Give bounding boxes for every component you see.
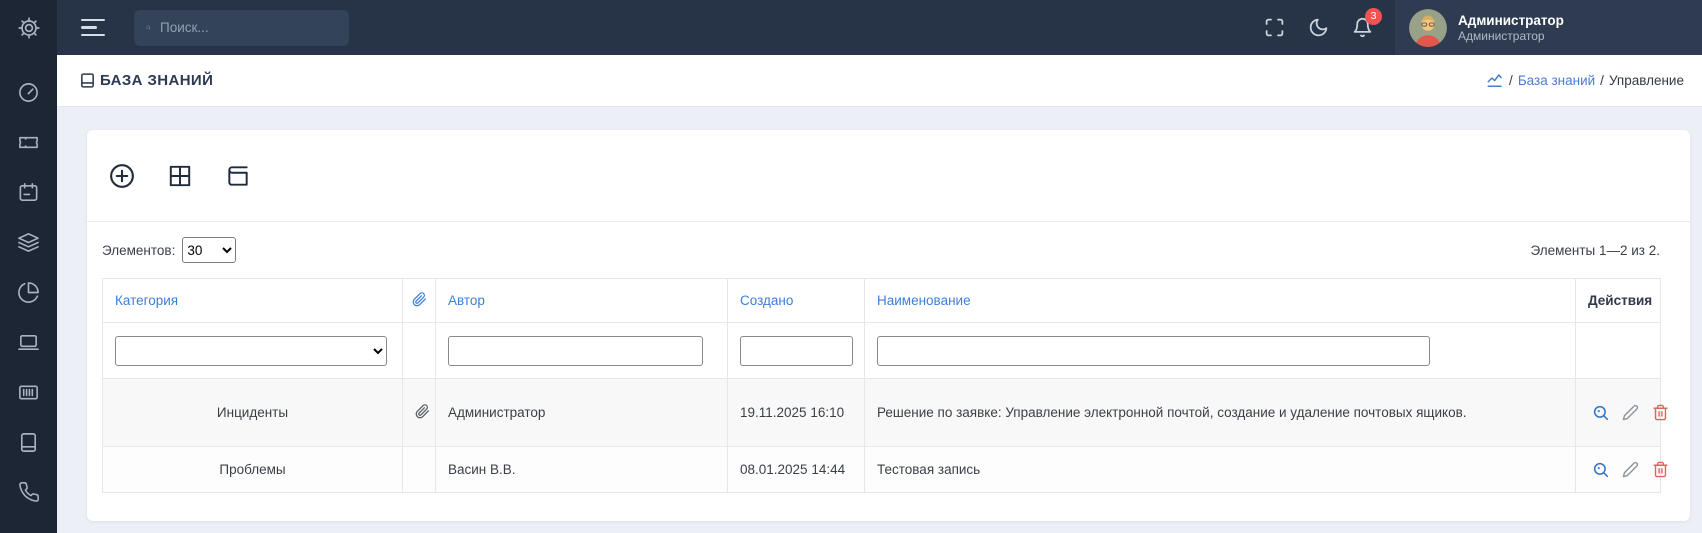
- home-chart-icon[interactable]: [1486, 72, 1504, 90]
- sidebar-item-knowledge-base[interactable]: [0, 417, 57, 467]
- dark-mode-button[interactable]: [1307, 17, 1329, 39]
- sort-created[interactable]: Создано: [740, 293, 793, 308]
- delete-button[interactable]: [1652, 461, 1670, 479]
- user-menu[interactable]: Администратор Администратор: [1395, 0, 1702, 55]
- view-button[interactable]: [1592, 461, 1610, 479]
- cell-actions: [1575, 446, 1668, 493]
- filter-name-input[interactable]: [877, 335, 1430, 366]
- breadcrumb-link-knowledge-base[interactable]: База знаний: [1518, 73, 1595, 88]
- per-page-label: Элементов:: [102, 242, 176, 258]
- user-name: Администратор: [1458, 12, 1564, 28]
- phone-icon: [18, 482, 39, 502]
- gauge-icon: [19, 82, 38, 102]
- delete-button[interactable]: [1652, 404, 1670, 422]
- filter-created-input[interactable]: [740, 335, 853, 366]
- cell-actions: [1575, 378, 1668, 447]
- user-role: Администратор: [1458, 28, 1545, 43]
- page-header: БАЗА ЗНАНИЙ / База знаний / Управление: [57, 55, 1702, 107]
- trash-icon: [1652, 404, 1668, 420]
- table-row[interactable]: Инциденты Администратор 19.11.2025 16:10…: [102, 378, 1668, 447]
- breadcrumb: / База знаний / Управление: [1486, 72, 1684, 90]
- records-table: Категория Автор Создано Наименование Дей…: [102, 278, 1668, 493]
- layers-icon: [18, 232, 39, 252]
- moon-icon: [1309, 18, 1327, 37]
- filter-author-input[interactable]: [448, 335, 703, 366]
- sidebar-item-settings[interactable]: [0, 0, 57, 55]
- cell-category: Проблемы: [102, 446, 403, 493]
- cell-author: Васин В.В.: [435, 446, 728, 493]
- sidebar-item-dashboard[interactable]: [0, 67, 57, 117]
- sidebar: [0, 0, 57, 533]
- categories-journal-button[interactable]: [224, 162, 252, 190]
- paperclip-icon: [415, 403, 430, 418]
- filter-row: [102, 322, 1661, 379]
- cell-name: Решение по заявке: Управление электронно…: [864, 378, 1576, 447]
- cell-category: Инциденты: [102, 378, 403, 447]
- sort-author[interactable]: Автор: [448, 293, 485, 308]
- sort-category[interactable]: Категория: [115, 293, 178, 308]
- toolbar: [87, 130, 1690, 222]
- grid-icon: [169, 165, 191, 186]
- global-search: [134, 9, 349, 46]
- plus-circle-icon: [110, 163, 134, 188]
- add-record-button[interactable]: [108, 162, 136, 190]
- grid-view-button[interactable]: [166, 162, 194, 190]
- cell-created: 08.01.2025 14:44: [727, 446, 865, 493]
- edit-button[interactable]: [1622, 404, 1640, 422]
- page-title: БАЗА ЗНАНИЙ: [79, 72, 213, 89]
- trash-icon: [1652, 461, 1668, 477]
- table-header-row: Категория Автор Создано Наименование Дей…: [102, 278, 1661, 323]
- journal-book-icon: [228, 165, 248, 186]
- table-row[interactable]: Проблемы Васин В.В. 08.01.2025 14:44 Тес…: [102, 446, 1668, 493]
- cell-name: Тестовая запись: [864, 446, 1576, 493]
- ticket-icon: [19, 136, 38, 148]
- laptop-icon: [18, 334, 39, 350]
- view-button[interactable]: [1592, 404, 1610, 422]
- pie-chart-icon: [18, 281, 39, 303]
- knowledge-base-icon: [81, 73, 94, 88]
- book-icon: [20, 432, 37, 452]
- per-page-select[interactable]: 30: [182, 237, 237, 263]
- notification-count-badge: 3: [1365, 7, 1382, 25]
- avatar: [1409, 8, 1447, 47]
- edit-button[interactable]: [1622, 461, 1640, 479]
- sidebar-item-layers[interactable]: [0, 217, 57, 267]
- cell-attachment: [402, 378, 436, 447]
- list-controls: Элементов: 30 Элементы 1—2 из 2.: [87, 222, 1690, 278]
- breadcrumb-current: Управление: [1608, 73, 1684, 88]
- sidebar-item-telephony[interactable]: [0, 467, 57, 517]
- actions-header: Действия: [1575, 278, 1661, 323]
- filter-category-select[interactable]: [115, 335, 387, 366]
- pencil-icon: [1622, 404, 1638, 420]
- items-summary: Элементы 1—2 из 2.: [1530, 242, 1660, 258]
- sidebar-nav: [0, 55, 57, 517]
- sidebar-item-calendar[interactable]: [0, 167, 57, 217]
- sidebar-item-inventory[interactable]: [0, 367, 57, 417]
- breadcrumb-separator: /: [1600, 73, 1604, 88]
- sort-name[interactable]: Наименование: [877, 293, 971, 308]
- calendar-icon: [19, 182, 38, 201]
- cell-author: Администратор: [435, 378, 728, 447]
- sidebar-item-workstations[interactable]: [0, 317, 57, 367]
- topbar: 3 Администратор Администратор: [57, 0, 1702, 55]
- fullscreen-button[interactable]: [1263, 17, 1285, 39]
- search-input[interactable]: [160, 20, 337, 35]
- content-card: Элементов: 30 Элементы 1—2 из 2. Категор…: [87, 130, 1690, 521]
- menu-toggle-button[interactable]: [81, 18, 107, 37]
- fullscreen-icon: [1265, 18, 1283, 37]
- magnifier-view-icon: [1593, 462, 1609, 477]
- sort-attachment[interactable]: [402, 278, 436, 323]
- barcode-icon: [19, 384, 38, 400]
- cell-attachment: [402, 446, 436, 493]
- magnifier-view-icon: [1593, 405, 1609, 420]
- gear-icon: [17, 16, 40, 39]
- breadcrumb-separator: /: [1509, 73, 1513, 88]
- paperclip-icon: [412, 291, 426, 306]
- notifications-button[interactable]: 3: [1351, 7, 1382, 39]
- pencil-icon: [1622, 461, 1638, 477]
- cell-created: 19.11.2025 16:10: [727, 378, 865, 447]
- search-icon: [146, 25, 151, 30]
- sidebar-item-reports[interactable]: [0, 267, 57, 317]
- sidebar-item-tickets[interactable]: [0, 117, 57, 167]
